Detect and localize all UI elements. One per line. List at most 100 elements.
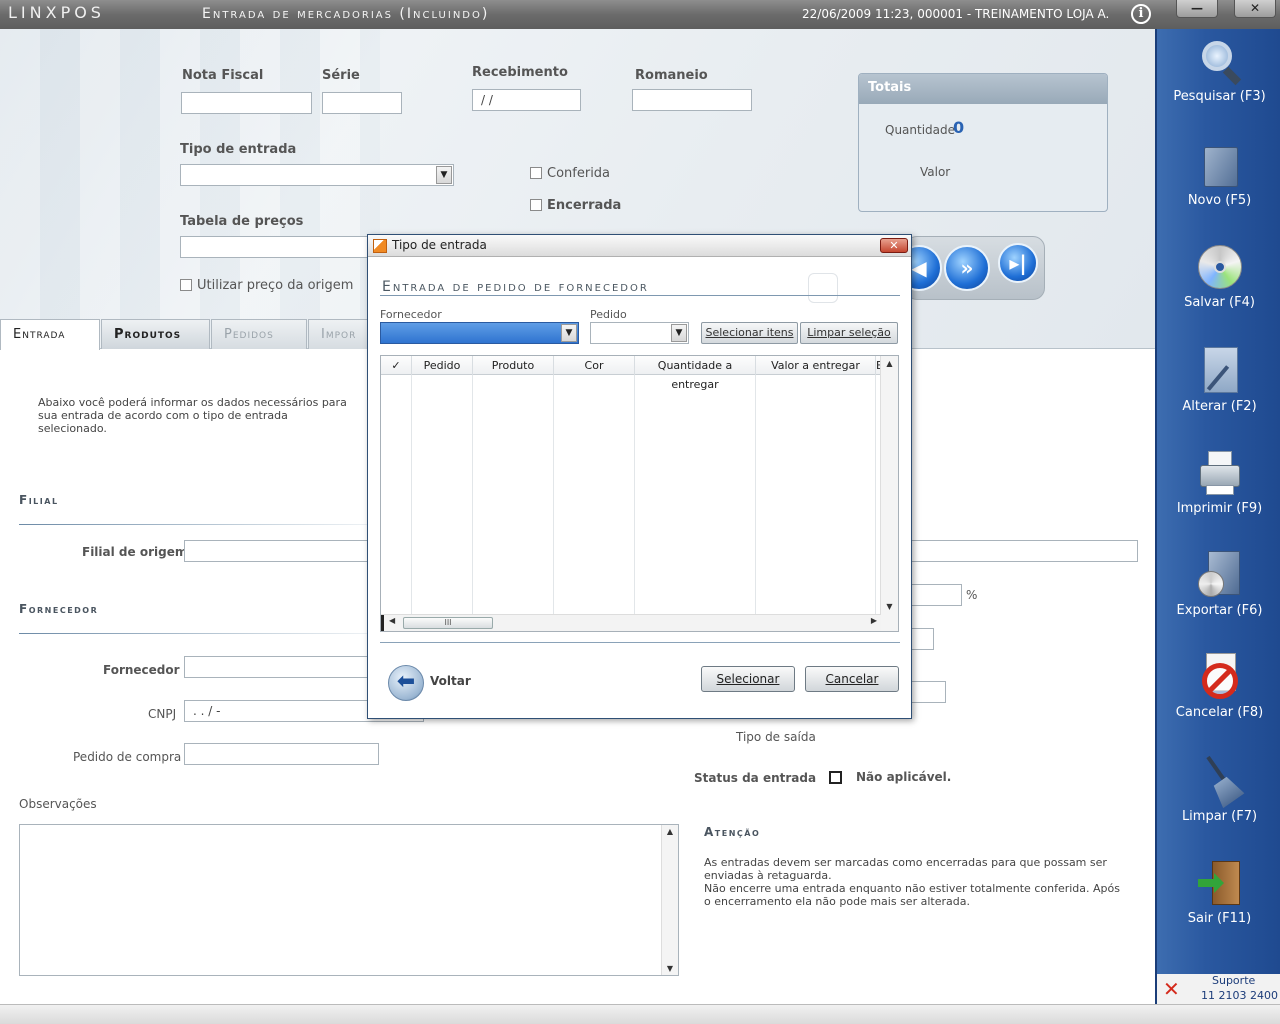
grid-column <box>756 375 876 614</box>
cancelar-sidebar-label: Cancelar (F8) <box>1175 705 1264 720</box>
romaneio-label: Romaneio <box>635 68 708 83</box>
tab-produtos[interactable]: Produtos <box>101 319 210 349</box>
voltar-button[interactable]: Voltar <box>430 674 471 688</box>
imprimir-label: Imprimir (F9) <box>1176 501 1263 516</box>
exit-door-icon <box>1196 859 1244 907</box>
limpar-selecao-button[interactable]: Limpar seleção <box>800 322 898 344</box>
dialog-heading-rule <box>380 295 900 296</box>
tipo-entrada-label: Tipo de entrada <box>180 142 297 157</box>
nota-fiscal-label: Nota Fiscal <box>182 68 264 83</box>
dialog-pedido-label: Pedido <box>590 308 627 321</box>
pedido-compra-input[interactable] <box>184 743 379 765</box>
fornecedor-label: Fornecedor <box>103 663 180 677</box>
selecionar-button[interactable]: Selecionar <box>701 666 795 692</box>
selecionar-itens-button[interactable]: Selecionar itens <box>701 322 798 344</box>
info-icon[interactable]: i <box>1131 4 1151 24</box>
grid-header: ✓ Pedido Produto Cor Quantidade a entreg… <box>381 356 881 391</box>
tab-pedidos[interactable]: Pedidos <box>211 319 307 349</box>
chevron-down-icon[interactable]: ▼ <box>671 324 687 342</box>
sair-button[interactable]: Sair (F11) <box>1157 859 1280 926</box>
encerrada-label: Encerrada <box>547 198 622 213</box>
utilizar-preco-label: Utilizar preço da origem <box>197 278 354 293</box>
dialog-title: Tipo de entrada <box>392 238 487 252</box>
nota-fiscal-input[interactable] <box>181 92 312 114</box>
printer-icon <box>1196 449 1244 497</box>
voltar-arrow-icon[interactable]: ⬅ <box>388 665 424 701</box>
grid-col-quantidade[interactable]: Quantidade a entregar <box>635 356 756 391</box>
exportar-button[interactable]: Exportar (F6) <box>1157 551 1280 618</box>
romaneio-input[interactable] <box>632 89 752 111</box>
grid-column <box>412 375 473 614</box>
exportar-label: Exportar (F6) <box>1176 603 1263 618</box>
dialog-pedido-select[interactable]: ▼ <box>590 322 689 344</box>
cancelar-sidebar-button[interactable]: Cancelar (F8) <box>1157 653 1280 720</box>
fornecedor-section-title: Fornecedor <box>19 602 99 616</box>
minimize-button[interactable]: — <box>1176 0 1218 18</box>
encerrada-checkbox[interactable] <box>530 199 542 211</box>
tipo-entrada-select[interactable]: ▼ <box>180 164 454 186</box>
pedidos-grid[interactable]: ✓ Pedido Produto Cor Quantidade a entreg… <box>380 355 899 632</box>
dialog-watermark-icon <box>808 273 838 303</box>
recebimento-input[interactable]: / / <box>472 89 581 111</box>
fornecedor-input[interactable] <box>184 656 384 678</box>
record-navigation: ◀ » ▸| <box>896 236 1045 300</box>
quantidade-value: 0 <box>953 118 965 137</box>
observacoes-textarea[interactable]: ▲ ▼ <box>19 824 679 976</box>
grid-vertical-scrollbar[interactable]: ▲ ▼ <box>880 356 898 631</box>
grid-column <box>635 375 756 614</box>
grid-horizontal-scrollbar[interactable]: ◀ III ▶ <box>381 614 881 631</box>
alterar-button[interactable]: Alterar (F2) <box>1157 347 1280 414</box>
grid-col-pedido[interactable]: Pedido <box>412 356 473 375</box>
grid-col-produto[interactable]: Produto <box>473 356 554 375</box>
observacoes-scrollbar[interactable]: ▲ ▼ <box>661 825 678 975</box>
chevron-down-icon[interactable]: ▼ <box>436 166 452 184</box>
scroll-right-icon[interactable]: ▶ <box>871 616 877 625</box>
serie-input[interactable] <box>322 92 402 114</box>
tab-entrada[interactable]: Entrada <box>0 319 100 350</box>
dialog-heading: Entrada de pedido de fornecedor <box>382 279 649 295</box>
grid-column <box>554 375 635 614</box>
tabela-precos-label: Tabela de preços <box>180 214 304 229</box>
novo-button[interactable]: Novo (F5) <box>1157 141 1280 208</box>
status-entrada-label: Status da entrada <box>694 771 817 785</box>
totais-panel: Totais Quantidade 0 Valor <box>858 73 1108 212</box>
serie-label: Série <box>322 68 360 83</box>
utilizar-preco-checkbox[interactable] <box>180 279 192 291</box>
conferida-checkbox[interactable] <box>530 167 542 179</box>
filial-origem-label: Filial de origem <box>82 545 188 559</box>
last-record-icon[interactable]: ▸| <box>998 243 1038 283</box>
cancelar-button[interactable]: Cancelar <box>805 666 899 692</box>
chevron-down-icon[interactable]: ▼ <box>561 324 577 342</box>
dialog-footer-rule <box>380 642 900 643</box>
export-icon <box>1196 551 1244 599</box>
percent-label: % <box>966 588 978 602</box>
grid-col-cor[interactable]: Cor <box>554 356 635 375</box>
next-record-icon[interactable]: » <box>944 245 990 291</box>
grid-col-check[interactable]: ✓ <box>381 356 412 375</box>
edit-document-icon <box>1196 347 1244 395</box>
magnifier-icon <box>1196 37 1244 86</box>
imprimir-button[interactable]: Imprimir (F9) <box>1157 449 1280 516</box>
support-label: Suporte <box>1212 974 1256 987</box>
disc-icon <box>1196 243 1244 291</box>
sair-label: Sair (F11) <box>1187 911 1252 926</box>
status-checkbox[interactable] <box>829 771 842 784</box>
quantidade-label: Quantidade <box>885 123 956 137</box>
close-button[interactable]: ✕ <box>1234 0 1276 18</box>
limpar-button[interactable]: Limpar (F7) <box>1157 755 1280 824</box>
filial-section-title: Filial <box>19 493 59 507</box>
session-status: 22/06/2009 11:23, 000001 - TREINAMENTO L… <box>802 7 1110 21</box>
action-sidebar: Pesquisar (F3) Novo (F5) Salvar (F4) Alt… <box>1155 29 1280 974</box>
salvar-button[interactable]: Salvar (F4) <box>1157 243 1280 310</box>
dialog-fornecedor-select[interactable]: ▼ <box>380 322 579 344</box>
novo-label: Novo (F5) <box>1187 193 1252 208</box>
grid-col-valor[interactable]: Valor a entregar <box>756 356 876 375</box>
title-bar: LINXPOS Entrada de mercadorias (Incluind… <box>0 0 1280 29</box>
dialog-close-button[interactable]: ✕ <box>880 238 908 253</box>
tabela-precos-select[interactable] <box>180 236 370 258</box>
scroll-left-icon[interactable]: ◀ <box>389 616 395 625</box>
dialog-app-icon <box>373 239 387 253</box>
limpar-label: Limpar (F7) <box>1181 809 1258 824</box>
grid-scroll-thumb[interactable]: III <box>403 617 493 629</box>
pesquisar-button[interactable]: Pesquisar (F3) <box>1157 37 1280 104</box>
